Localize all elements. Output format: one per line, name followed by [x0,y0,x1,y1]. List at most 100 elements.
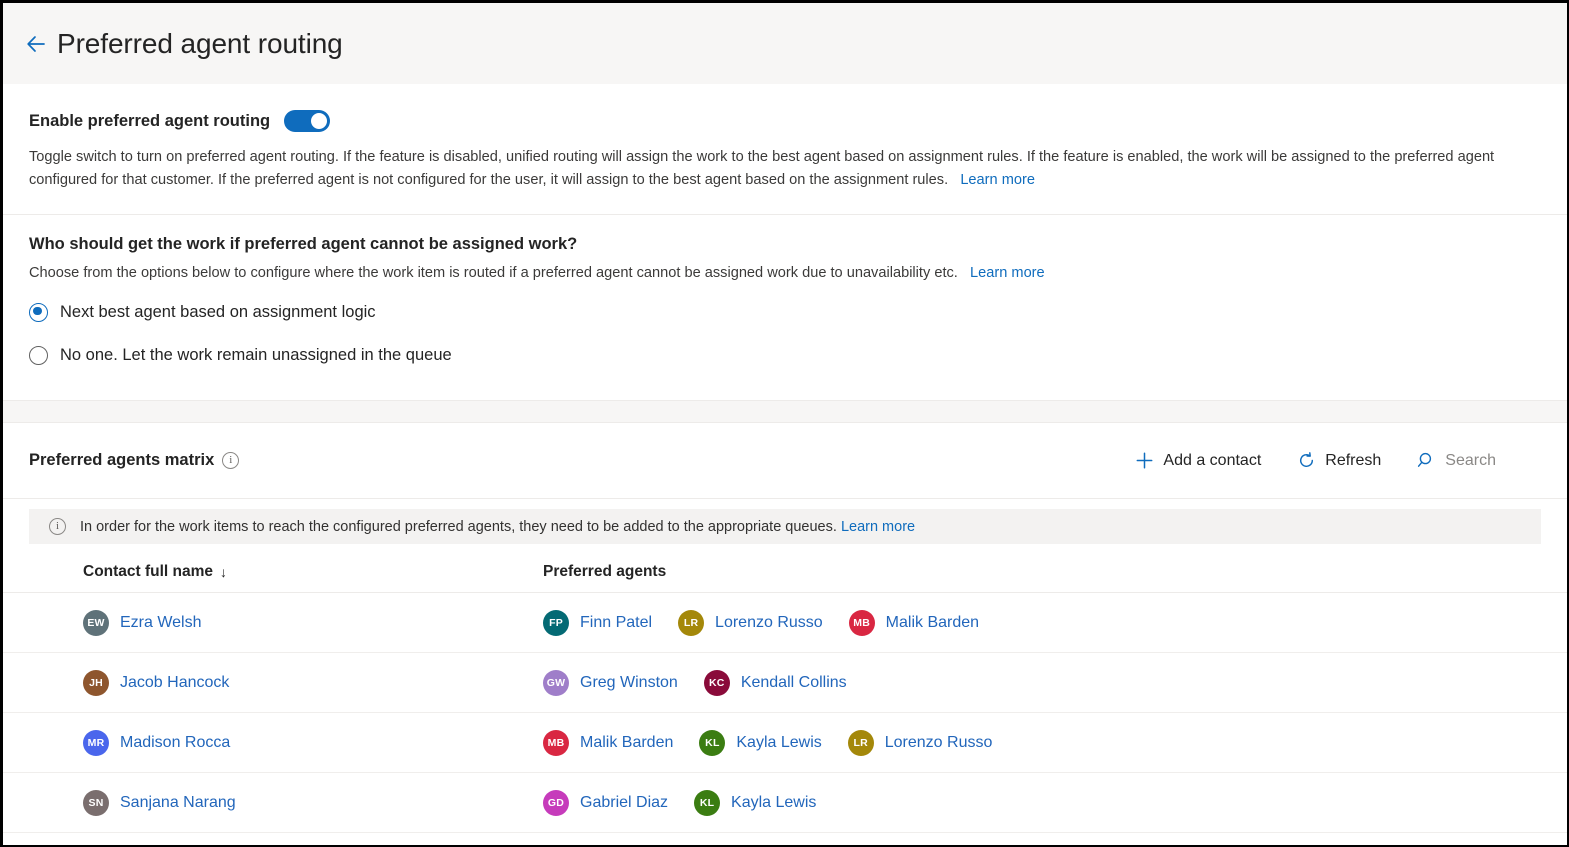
avatar: JH [83,669,109,696]
fallback-subtitle-text: Choose from the options below to configu… [29,265,958,281]
table-row[interactable]: JH Jacob Hancock GW Greg Winston KC Kend… [3,653,1567,713]
info-icon[interactable]: i [222,452,240,469]
enable-routing-learn-more-link[interactable]: Learn more [960,172,1035,188]
enable-routing-description-text: Toggle switch to turn on preferred agent… [29,149,1495,188]
agent-name-link[interactable]: Lorenzo Russo [885,734,993,752]
fallback-option-label: No one. Let the work remain unassigned i… [60,345,452,364]
refresh-button[interactable]: Refresh [1297,451,1381,470]
avatar: SN [83,789,109,816]
contact-cell[interactable]: MR Madison Rocca [83,729,543,756]
preferred-agents-cell: FP Finn Patel LR Lorenzo Russo MB Malik … [543,609,1567,636]
enable-routing-description: Toggle switch to turn on preferred agent… [29,146,1541,192]
agent-name-link[interactable]: Kendall Collins [741,674,847,692]
agent-chip[interactable]: GD Gabriel Diaz [543,789,668,816]
radio-indicator[interactable] [29,345,48,365]
radio-indicator[interactable] [29,302,48,322]
avatar: MB [543,729,569,756]
table-row[interactable]: MR Madison Rocca MB Malik Barden KL Kayl… [3,713,1567,773]
agent-chip[interactable]: LR Lorenzo Russo [847,729,993,756]
search-input[interactable]: Search [1417,451,1496,470]
column-header-preferred-agents[interactable]: Preferred agents [543,563,1567,581]
agent-name-link[interactable]: Finn Patel [580,614,652,632]
info-banner-wrap: i In order for the work items to reach t… [3,499,1567,544]
avatar: MR [83,729,109,756]
agent-name-link[interactable]: Kayla Lewis [736,734,821,752]
refresh-icon [1297,451,1316,470]
avatar: MB [848,609,875,636]
avatar: KC [703,669,730,696]
avatar: LR [847,729,874,756]
contact-name-link[interactable]: Sanjana Narang [120,794,236,812]
contact-cell[interactable]: EW Ezra Welsh [83,609,543,636]
avatar: KL [694,789,721,816]
contact-name-link[interactable]: Madison Rocca [120,734,230,752]
info-banner-text-wrap: In order for the work items to reach the… [80,519,915,535]
info-banner-text: In order for the work items to reach the… [80,518,837,535]
info-banner: i In order for the work items to reach t… [29,509,1541,544]
page-header: Preferred agent routing [3,3,1567,84]
preferred-agents-cell: GD Gabriel Diaz KL Kayla Lewis [543,789,1567,816]
agent-name-link[interactable]: Kayla Lewis [731,794,816,812]
fallback-option-label: Next best agent based on assignment logi… [60,302,376,321]
add-a-contact-button[interactable]: Add a contact [1135,451,1261,470]
agent-chip[interactable]: MB Malik Barden [543,729,673,756]
preferred-agents-cell: MB Malik Barden KL Kayla Lewis LR Lorenz… [543,729,1567,756]
fallback-option-no-one[interactable]: No one. Let the work remain unassigned i… [29,339,1541,371]
agent-chip[interactable]: KL Kayla Lewis [699,729,822,756]
agent-name-link[interactable]: Malik Barden [580,734,673,752]
agent-name-link[interactable]: Greg Winston [580,674,678,692]
command-buttons: Add a contact Refresh Search [1135,451,1541,470]
add-a-contact-label: Add a contact [1163,451,1262,469]
matrix-command-bar: Preferred agents matrix i Add a contact [3,423,1567,499]
column-header-label: Preferred agents [543,563,667,580]
contact-name-link[interactable]: Ezra Welsh [120,614,202,632]
contact-name-link[interactable]: Jacob Hancock [120,674,229,692]
grid-header-row: Contact full name ↓ Preferred agents [3,552,1567,593]
agent-chip[interactable]: KL Kayla Lewis [694,789,816,816]
toggle-knob [311,113,328,129]
plus-icon [1135,451,1154,470]
avatar: KL [699,729,726,756]
fallback-section: Who should get the work if preferred age… [3,215,1567,400]
contact-cell[interactable]: SN Sanjana Narang [83,789,543,816]
avatar: LR [678,609,705,636]
agent-name-link[interactable]: Gabriel Diaz [580,794,668,812]
section-separator-band [3,400,1567,423]
fallback-option-next-best-agent[interactable]: Next best agent based on assignment logi… [29,296,1541,328]
agent-name-link[interactable]: Lorenzo Russo [715,614,823,632]
back-arrow-icon[interactable] [21,29,51,59]
fallback-radio-group: Next best agent based on assignment logi… [29,296,1541,400]
app-window: Preferred agent routing Enable preferred… [0,0,1569,847]
matrix-title-wrap: Preferred agents matrix i [29,451,240,470]
search-placeholder: Search [1445,451,1496,469]
enable-routing-section: Enable preferred agent routing Toggle sw… [3,84,1567,214]
agent-name-link[interactable]: Malik Barden [886,614,979,632]
agent-chip[interactable]: FP Finn Patel [543,609,652,636]
enable-routing-toggle[interactable] [284,110,331,132]
preferred-agents-cell: GW Greg Winston KC Kendall Collins [543,669,1567,696]
page-title: Preferred agent routing [57,27,343,59]
fallback-question-title: Who should get the work if preferred age… [29,235,578,253]
column-header-label: Contact full name [83,563,214,580]
column-header-contact-full-name[interactable]: Contact full name ↓ [83,563,543,581]
sort-descending-icon: ↓ [220,564,228,580]
fallback-learn-more-link[interactable]: Learn more [970,265,1045,281]
matrix-title: Preferred agents matrix [29,451,215,469]
agent-chip[interactable]: GW Greg Winston [543,669,678,696]
contact-cell[interactable]: JH Jacob Hancock [83,669,543,696]
avatar: GW [543,669,569,696]
avatar: GD [543,789,569,816]
avatar: FP [543,609,569,636]
agent-chip[interactable]: LR Lorenzo Russo [678,609,823,636]
refresh-label: Refresh [1325,451,1382,469]
avatar: EW [83,609,109,636]
fallback-question-subtitle: Choose from the options below to configu… [29,265,1541,281]
table-row[interactable]: EW Ezra Welsh FP Finn Patel LR Lorenzo R… [3,593,1567,653]
agent-chip[interactable]: MB Malik Barden [848,609,979,636]
agent-chip[interactable]: KC Kendall Collins [703,669,847,696]
info-banner-learn-more-link[interactable]: Learn more [841,519,915,535]
enable-routing-label: Enable preferred agent routing [29,111,271,130]
search-icon [1417,451,1436,470]
table-row[interactable]: SN Sanjana Narang GD Gabriel Diaz KL Kay… [3,773,1567,833]
info-icon: i [49,518,66,535]
